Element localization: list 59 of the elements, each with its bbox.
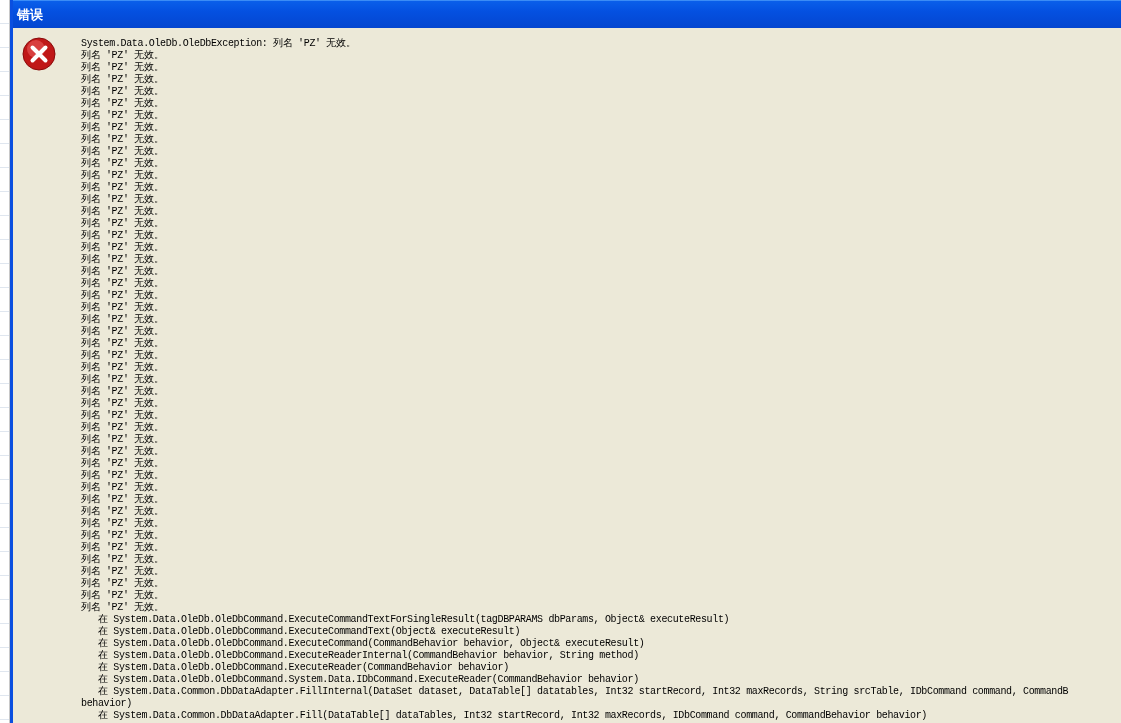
- error-message-line: 列名 'PZ' 无效。: [81, 470, 165, 482]
- error-message-line: 列名 'PZ' 无效。: [81, 86, 165, 98]
- error-message-line: 列名 'PZ' 无效。: [81, 578, 165, 590]
- error-message-line: 列名 'PZ' 无效。: [81, 146, 165, 158]
- error-message-line: 列名 'PZ' 无效。: [81, 398, 165, 410]
- error-message-line: 列名 'PZ' 无效。: [81, 350, 165, 362]
- error-message-line: 列名 'PZ' 无效。: [81, 542, 165, 554]
- error-message-line: 列名 'PZ' 无效。: [81, 458, 165, 470]
- error-message-line: 列名 'PZ' 无效。: [81, 62, 165, 74]
- error-message-line: 列名 'PZ' 无效。: [81, 554, 165, 566]
- error-message-line: 列名 'PZ' 无效。: [81, 530, 165, 542]
- error-message-line: 列名 'PZ' 无效。: [81, 434, 165, 446]
- error-message-line: 列名 'PZ' 无效。: [81, 218, 165, 230]
- error-message-line: 列名 'PZ' 无效。: [81, 182, 165, 194]
- error-message-line: 列名 'PZ' 无效。: [81, 302, 165, 314]
- error-message-line: 列名 'PZ' 无效。: [81, 266, 165, 278]
- error-message-line: 在 System.Data.Common.DbDataAdapter.FillInternal(DataSet dataset, DataTable[] datatables, Int32 startRecord, Int32 maxRecords, String srcTable, IDbCommand command, CommandB: [96, 686, 1069, 698]
- error-message-line: 列名 'PZ' 无效。: [81, 422, 165, 434]
- error-message-line: 列名 'PZ' 无效。: [81, 242, 165, 254]
- error-message-line: 列名 'PZ' 无效。: [81, 194, 165, 206]
- error-message-line: 列名 'PZ' 无效。: [81, 74, 165, 86]
- error-message-line: 列名 'PZ' 无效。: [81, 206, 165, 218]
- error-message-line: 列名 'PZ' 无效。: [81, 326, 165, 338]
- error-message-line: 列名 'PZ' 无效。: [81, 254, 165, 266]
- error-icon: [22, 37, 56, 71]
- error-message-line: 列名 'PZ' 无效。: [81, 170, 165, 182]
- error-message-line: 列名 'PZ' 无效。: [81, 110, 165, 122]
- error-message-line: 列名 'PZ' 无效。: [81, 410, 165, 422]
- error-message-line: 列名 'PZ' 无效。: [81, 50, 165, 62]
- error-message-line: 在 System.Data.OleDb.OleDbCommand.ExecuteCommand(CommandBehavior behavior, Object& executeResult): [96, 638, 646, 650]
- error-message-line: 在 System.Data.OleDb.OleDbCommand.ExecuteReader(CommandBehavior behavior): [96, 662, 510, 674]
- error-message-line: 列名 'PZ' 无效。: [81, 374, 165, 386]
- error-message-line: 在 System.Data.OleDb.OleDbCommand.ExecuteReaderInternal(CommandBehavior behavior, String method): [96, 650, 640, 662]
- error-message-line: 列名 'PZ' 无效。: [81, 314, 165, 326]
- error-message-line: 列名 'PZ' 无效。: [81, 386, 165, 398]
- error-message-line: 列名 'PZ' 无效。: [81, 98, 165, 110]
- error-message-line: 列名 'PZ' 无效。: [81, 338, 165, 350]
- error-message-line: 在 System.Data.Common.DbDataAdapter.Fill(DataTable[] dataTables, Int32 startRecord, Int32 maxRecords, IDbCommand command, CommandBehavior behavior): [96, 710, 928, 722]
- error-message-line: 列名 'PZ' 无效。: [81, 506, 165, 518]
- error-message-line: 列名 'PZ' 无效。: [81, 566, 165, 578]
- error-message-line: 在 System.Data.OleDb.OleDbCommand.System.Data.IDbCommand.ExecuteReader(CommandBehavior behavior): [96, 674, 640, 686]
- error-message-line: 列名 'PZ' 无效。: [81, 602, 165, 614]
- error-message-line: System.Data.OleDb.OleDbException: 列名 'PZ' 无效。: [81, 38, 357, 50]
- error-message-line: 列名 'PZ' 无效。: [81, 122, 165, 134]
- error-message-line: 列名 'PZ' 无效。: [81, 134, 165, 146]
- error-message-line: 列名 'PZ' 无效。: [81, 230, 165, 242]
- error-message-line: behavior): [81, 698, 133, 710]
- error-message-line: 在 System.Data.OleDb.OleDbCommand.ExecuteCommandTextForSingleResult(tagDBPARAMS dbParams, Object& executeResult): [96, 614, 731, 626]
- error-message-line: 列名 'PZ' 无效。: [81, 446, 165, 458]
- error-message-line: 列名 'PZ' 无效。: [81, 278, 165, 290]
- window-title: 错误: [17, 5, 43, 24]
- error-message-line: 在 System.Data.OleDb.OleDbCommand.ExecuteCommandText(Object& executeResult): [96, 626, 522, 638]
- error-message-line: 列名 'PZ' 无效。: [81, 590, 165, 602]
- error-message-line: 列名 'PZ' 无效。: [81, 362, 165, 374]
- error-message-line: 列名 'PZ' 无效。: [81, 158, 165, 170]
- error-message-line: 列名 'PZ' 无效。: [81, 482, 165, 494]
- error-message-line: 列名 'PZ' 无效。: [81, 290, 165, 302]
- error-message-line: 列名 'PZ' 无效。: [81, 494, 165, 506]
- error-message-line: 列名 'PZ' 无效。: [81, 518, 165, 530]
